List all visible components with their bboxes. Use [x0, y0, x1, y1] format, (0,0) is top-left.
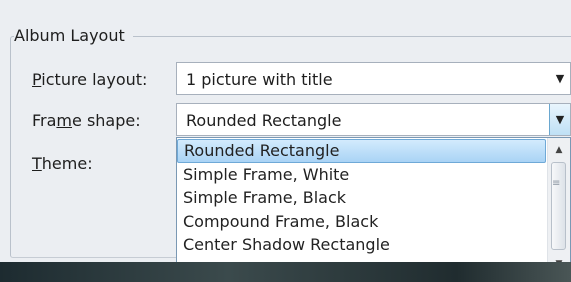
label-text: heme:: [41, 154, 93, 173]
frame-shape-option[interactable]: Rounded Rectangle: [177, 139, 546, 163]
frame-shape-label: Frame shape:: [32, 111, 141, 130]
frame-shape-select[interactable]: Rounded Rectangle ▼: [176, 103, 571, 136]
frame-shape-option[interactable]: Simple Frame, Black: [177, 186, 546, 210]
accel-key: T: [32, 154, 42, 173]
scrollbar-thumb[interactable]: [551, 162, 566, 250]
frame-shape-option[interactable]: Center Shadow Rectangle: [177, 233, 546, 257]
group-title: Album Layout: [14, 26, 133, 45]
picture-layout-select[interactable]: 1 picture with title ▼: [176, 62, 571, 95]
accel-key: m: [56, 111, 73, 130]
accel-key: P: [32, 70, 42, 89]
frame-shape-value: Rounded Rectangle: [186, 111, 342, 130]
chevron-down-icon[interactable]: ▼: [549, 104, 570, 135]
label-text: e shape:: [72, 111, 141, 130]
theme-label: Theme:: [32, 154, 93, 173]
label-text: icture layout:: [41, 70, 148, 89]
picture-layout-value: 1 picture with title: [186, 70, 333, 89]
dropdown-scrollbar[interactable]: ▲ ≡ ▼: [547, 138, 570, 276]
frame-shape-option[interactable]: Simple Frame, White: [177, 163, 546, 187]
frame-shape-option[interactable]: Compound Frame, Black: [177, 210, 546, 234]
background-strip: [0, 262, 571, 282]
label-text: Fra: [32, 111, 57, 130]
chevron-down-icon[interactable]: ▼: [549, 63, 570, 94]
grip-icon: ≡: [552, 178, 561, 189]
frame-shape-dropdown-list[interactable]: Rounded Rectangle Simple Frame, White Si…: [176, 137, 571, 277]
scroll-up-icon[interactable]: ▲: [548, 140, 570, 160]
picture-layout-label: Picture layout:: [32, 70, 147, 89]
